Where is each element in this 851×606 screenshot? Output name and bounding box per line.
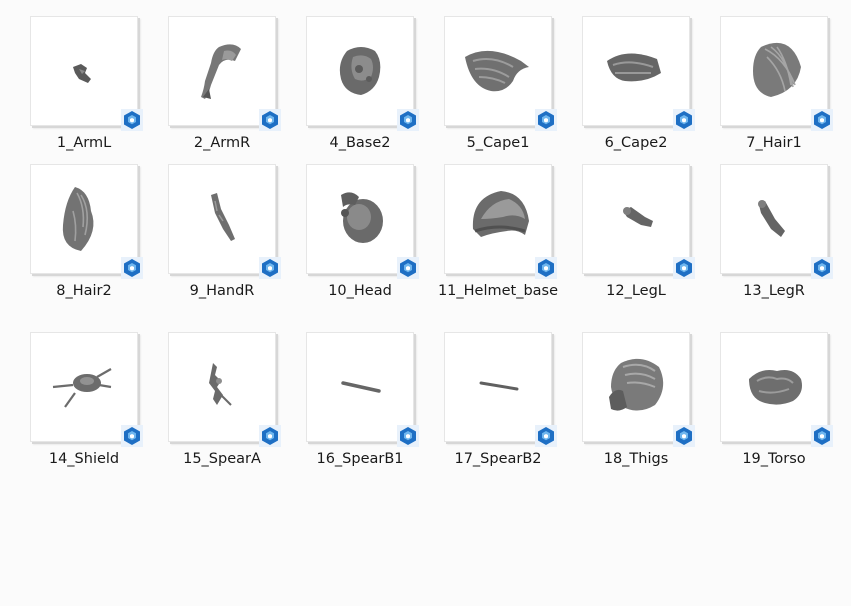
3d-model-badge-icon — [811, 425, 833, 447]
3d-model-badge-icon — [259, 425, 281, 447]
3d-model-badge-icon — [535, 425, 557, 447]
file-grid: 1_ArmL 2_ArmR 4_Base2 5_Cape1 6_Cape2 7_… — [0, 0, 851, 606]
thumbnail[interactable] — [306, 16, 419, 131]
file-name: 4_Base2 — [329, 135, 391, 151]
file-name: 16_SpearB1 — [316, 451, 404, 467]
thumbnail[interactable] — [582, 332, 695, 447]
thumbnail[interactable] — [444, 332, 557, 447]
thumbnail[interactable] — [30, 164, 143, 279]
thumbnail[interactable] — [444, 16, 557, 131]
3d-model-badge-icon — [121, 257, 143, 279]
file-name: 13_LegR — [743, 283, 805, 299]
thumbnail[interactable] — [168, 16, 281, 131]
thumbnail[interactable] — [582, 16, 695, 131]
file-name: 9_HandR — [189, 283, 255, 299]
thumbnail[interactable] — [720, 16, 833, 131]
file-name: 12_LegL — [606, 283, 666, 299]
thumbnail[interactable] — [306, 164, 419, 279]
3d-model-badge-icon — [535, 109, 557, 131]
3d-model-badge-icon — [673, 257, 695, 279]
3d-model-badge-icon — [535, 257, 557, 279]
3d-model-badge-icon — [673, 109, 695, 131]
3d-model-badge-icon — [397, 109, 419, 131]
file-name: 1_ArmL — [56, 135, 112, 151]
thumbnail[interactable] — [444, 164, 557, 279]
thumbnail[interactable] — [30, 16, 143, 131]
file-name: 17_SpearB2 — [454, 451, 542, 467]
file-name: 18_Thigs — [603, 451, 669, 467]
3d-model-badge-icon — [121, 109, 143, 131]
file-name: 8_Hair2 — [56, 283, 112, 299]
3d-model-badge-icon — [397, 257, 419, 279]
file-name: 19_Torso — [742, 451, 806, 467]
file-name: 2_ArmR — [193, 135, 251, 151]
thumbnail[interactable] — [720, 164, 833, 279]
file-name: 15_SpearA — [183, 451, 261, 467]
3d-model-badge-icon — [811, 109, 833, 131]
thumbnail[interactable] — [168, 164, 281, 279]
3d-model-badge-icon — [811, 257, 833, 279]
file-name: 14_Shield — [48, 451, 120, 467]
3d-model-badge-icon — [259, 109, 281, 131]
file-name: 11_Helmet_base — [437, 283, 559, 299]
thumbnail[interactable] — [30, 332, 143, 447]
file-name: 10_Head — [328, 283, 392, 299]
3d-model-badge-icon — [121, 425, 143, 447]
3d-model-badge-icon — [259, 257, 281, 279]
file-name: 7_Hair1 — [746, 135, 802, 151]
3d-model-badge-icon — [673, 425, 695, 447]
thumbnail[interactable] — [306, 332, 419, 447]
file-name: 5_Cape1 — [466, 135, 530, 151]
file-name: 6_Cape2 — [604, 135, 668, 151]
thumbnail[interactable] — [720, 332, 833, 447]
3d-model-badge-icon — [397, 425, 419, 447]
thumbnail[interactable] — [168, 332, 281, 447]
thumbnail[interactable] — [582, 164, 695, 279]
